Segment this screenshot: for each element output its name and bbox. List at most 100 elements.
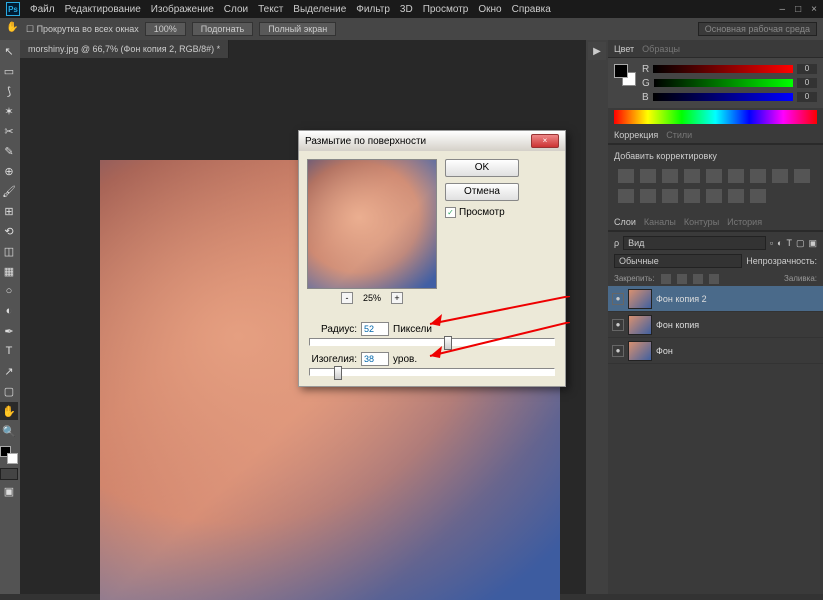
fullscreen-button[interactable]: Полный экран (259, 22, 336, 36)
marquee-tool[interactable]: ▭ (0, 62, 18, 80)
menu-edit[interactable]: Редактирование (65, 4, 141, 15)
adj-lookup-icon[interactable] (640, 189, 656, 203)
shape-tool[interactable]: ▢ (0, 382, 18, 400)
adj-balance-icon[interactable] (750, 169, 766, 183)
tab-color[interactable]: Цвет (614, 44, 634, 54)
adj-post-icon[interactable] (684, 189, 700, 203)
color-swatches[interactable] (0, 446, 18, 464)
menu-window[interactable]: Окно (478, 4, 501, 15)
cancel-button[interactable]: Отмена (445, 183, 519, 201)
tab-history[interactable]: История (727, 217, 762, 227)
adj-bw-icon[interactable] (772, 169, 788, 183)
adj-vibrance-icon[interactable] (706, 169, 722, 183)
b-value[interactable]: 0 (797, 92, 817, 102)
filter-type-icon[interactable]: T (786, 238, 792, 248)
adj-gradmap-icon[interactable] (728, 189, 744, 203)
adj-mixer-icon[interactable] (618, 189, 634, 203)
menu-filter[interactable]: Фильтр (356, 4, 390, 15)
menu-3d[interactable]: 3D (400, 4, 413, 15)
maximize-button[interactable]: □ (795, 4, 801, 15)
tab-adjustments[interactable]: Коррекция (614, 130, 658, 140)
g-slider[interactable] (654, 79, 793, 87)
adj-curves-icon[interactable] (662, 169, 678, 183)
adj-brightness-icon[interactable] (618, 169, 634, 183)
menu-layers[interactable]: Слои (224, 4, 248, 15)
heal-tool[interactable]: ⊕ (0, 162, 18, 180)
preview-image[interactable] (307, 159, 437, 289)
visibility-icon[interactable]: ● (612, 293, 624, 305)
stamp-tool[interactable]: ⊞ (0, 202, 18, 220)
filter-smart-icon[interactable]: ▣ (808, 238, 817, 249)
path-tool[interactable]: ↗ (0, 362, 18, 380)
menu-view[interactable]: Просмотр (423, 4, 469, 15)
zoom-100-button[interactable]: 100% (145, 22, 186, 36)
dialog-close-button[interactable]: × (531, 134, 559, 148)
history-tool[interactable]: ⟲ (0, 222, 18, 240)
color-ramp[interactable] (614, 110, 817, 124)
type-tool[interactable]: T (0, 342, 18, 360)
minimize-button[interactable]: – (780, 4, 786, 15)
blend-select[interactable]: Обычные (614, 254, 742, 268)
tab-styles[interactable]: Стили (666, 130, 692, 140)
layer-row[interactable]: ● Фон (608, 338, 823, 364)
menu-file[interactable]: Файл (30, 4, 55, 15)
dialog-titlebar[interactable]: Размытие по поверхности × (299, 131, 565, 151)
lock-all-icon[interactable] (709, 274, 719, 284)
visibility-icon[interactable]: ● (612, 319, 624, 331)
adj-select-icon[interactable] (750, 189, 766, 203)
lock-pos-icon[interactable] (693, 274, 703, 284)
adj-threshold-icon[interactable] (706, 189, 722, 203)
move-tool[interactable]: ↖ (0, 42, 18, 60)
lasso-tool[interactable]: ⟆ (0, 82, 18, 100)
layer-row[interactable]: ● Фон копия 2 (608, 286, 823, 312)
lock-pixels-icon[interactable] (677, 274, 687, 284)
g-value[interactable]: 0 (797, 78, 817, 88)
filter-img-icon[interactable]: ▫ (770, 238, 773, 248)
visibility-icon[interactable]: ● (612, 345, 624, 357)
adj-levels-icon[interactable] (640, 169, 656, 183)
eyedropper-tool[interactable]: ✎ (0, 142, 18, 160)
expand-button[interactable]: ▶ (588, 42, 606, 60)
filter-adj-icon[interactable]: ◐ (777, 238, 782, 248)
adj-exposure-icon[interactable] (684, 169, 700, 183)
adj-hue-icon[interactable] (728, 169, 744, 183)
isohelia-slider[interactable] (309, 368, 555, 376)
layer-row[interactable]: ● Фон копия (608, 312, 823, 338)
menu-image[interactable]: Изображение (151, 4, 214, 15)
zoom-in-button[interactable]: + (391, 292, 403, 304)
adj-photo-icon[interactable] (794, 169, 810, 183)
crop-tool[interactable]: ✂ (0, 122, 18, 140)
tab-paths[interactable]: Контуры (684, 217, 719, 227)
tab-channels[interactable]: Каналы (644, 217, 676, 227)
menu-select[interactable]: Выделение (293, 4, 346, 15)
screen-mode[interactable]: ▣ (0, 482, 18, 500)
dodge-tool[interactable]: ◐ (0, 302, 18, 320)
r-slider[interactable] (653, 65, 793, 73)
radius-slider[interactable] (309, 338, 555, 346)
scroll-all-checkbox[interactable]: ☐ Прокрутка во всех окнах (26, 24, 139, 35)
lock-trans-icon[interactable] (661, 274, 671, 284)
kind-select[interactable]: Вид (623, 236, 766, 250)
zoom-tool[interactable]: 🔍 (0, 422, 18, 440)
preview-checkbox[interactable]: ✓ (445, 207, 456, 218)
r-value[interactable]: 0 (797, 64, 817, 74)
fit-button[interactable]: Подогнать (192, 22, 253, 36)
hand-tool[interactable]: ✋ (0, 402, 18, 420)
adj-invert-icon[interactable] (662, 189, 678, 203)
brush-tool[interactable]: 🖌 (0, 182, 18, 200)
document-tab[interactable]: morshiny.jpg @ 66,7% (Фон копия 2, RGB/8… (20, 40, 229, 58)
color-swatch[interactable] (614, 64, 636, 86)
pen-tool[interactable]: ✒ (0, 322, 18, 340)
isohelia-input[interactable] (361, 352, 389, 366)
quick-mask[interactable] (0, 468, 18, 480)
workspace-combo[interactable]: Основная рабочая среда (698, 22, 817, 36)
filter-shape-icon[interactable]: ▢ (796, 238, 805, 249)
radius-input[interactable] (361, 322, 389, 336)
eraser-tool[interactable]: ◫ (0, 242, 18, 260)
zoom-out-button[interactable]: - (341, 292, 353, 304)
b-slider[interactable] (653, 93, 793, 101)
menu-help[interactable]: Справка (512, 4, 551, 15)
gradient-tool[interactable]: ▦ (0, 262, 18, 280)
ok-button[interactable]: OK (445, 159, 519, 177)
wand-tool[interactable]: ✶ (0, 102, 18, 120)
